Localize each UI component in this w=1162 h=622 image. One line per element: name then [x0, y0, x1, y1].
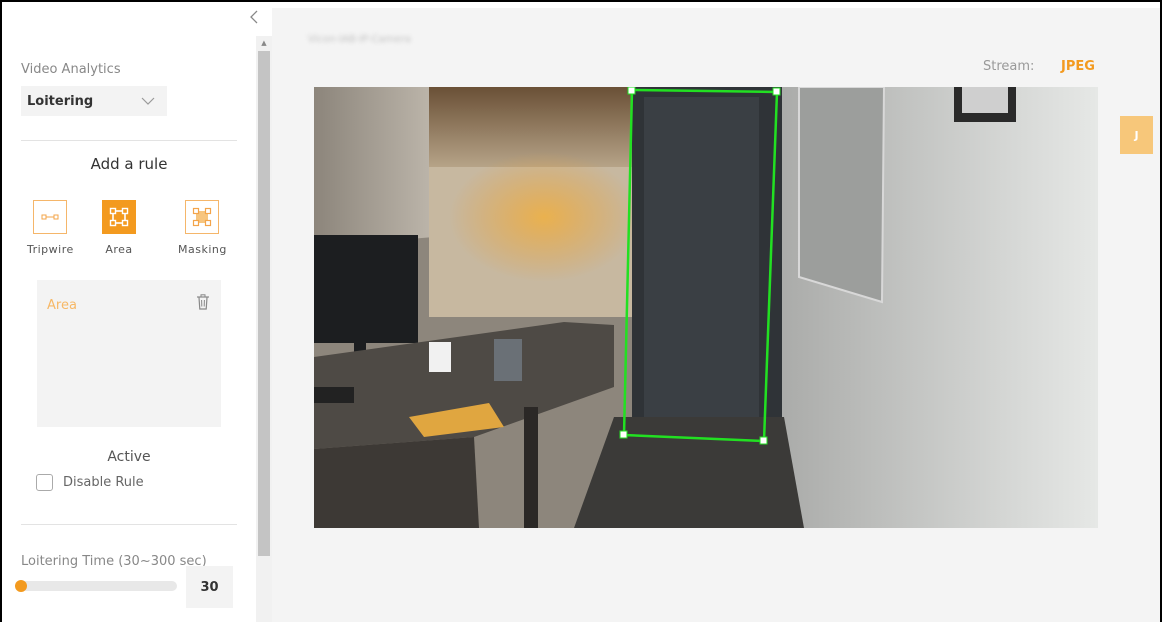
- avatar[interactable]: J: [1120, 116, 1153, 154]
- tripwire-tool-label: Tripwire: [27, 243, 74, 256]
- sidebar-scrollbar[interactable]: ▲: [256, 36, 272, 622]
- tripwire-icon: [33, 200, 68, 234]
- scrollbar-thumb[interactable]: [258, 51, 270, 556]
- masking-tool-label: Masking: [178, 243, 227, 256]
- analytics-select[interactable]: Loitering: [21, 86, 167, 116]
- add-rule-title: Add a rule: [90, 155, 168, 173]
- loitering-time-slider[interactable]: [15, 580, 177, 592]
- camera-name: Vicon-IAB-IP-Camera: [308, 34, 411, 45]
- rule-card-area[interactable]: Area: [37, 280, 221, 427]
- camera-video-feed[interactable]: [314, 87, 1098, 528]
- trash-icon[interactable]: [196, 294, 210, 310]
- loitering-time-value[interactable]: 30: [186, 566, 233, 608]
- stream-value[interactable]: JPEG: [1061, 59, 1095, 74]
- tripwire-tool-button[interactable]: Tripwire: [27, 200, 74, 256]
- chevron-down-icon: [141, 97, 155, 105]
- disable-rule-checkbox[interactable]: [36, 474, 53, 491]
- main-panel: Vicon-IAB-IP-Camera Stream: JPEG J: [272, 8, 1160, 622]
- divider: [21, 524, 237, 525]
- disable-rule-toggle[interactable]: Disable Rule: [36, 474, 144, 491]
- analytics-select-value: Loitering: [27, 93, 94, 109]
- loitering-time-label: Loitering Time (30~300 sec): [21, 554, 207, 569]
- active-label: Active: [107, 449, 151, 465]
- collapse-sidebar-button[interactable]: [247, 10, 261, 26]
- video-analytics-label: Video Analytics: [21, 62, 121, 77]
- divider: [21, 140, 237, 141]
- rule-card-name: Area: [47, 298, 77, 313]
- scroll-up-arrow-icon[interactable]: ▲: [256, 38, 272, 48]
- area-tool-button[interactable]: Area: [102, 200, 136, 256]
- camera-scene: [314, 87, 1098, 528]
- masking-icon: [185, 200, 220, 234]
- stream-label: Stream:: [983, 59, 1035, 74]
- slider-handle[interactable]: [15, 580, 27, 592]
- chevron-left-icon: [250, 10, 258, 24]
- area-icon: [102, 200, 136, 234]
- disable-rule-label: Disable Rule: [63, 475, 144, 490]
- masking-tool-button[interactable]: Masking: [178, 200, 227, 256]
- area-tool-label: Area: [105, 243, 133, 256]
